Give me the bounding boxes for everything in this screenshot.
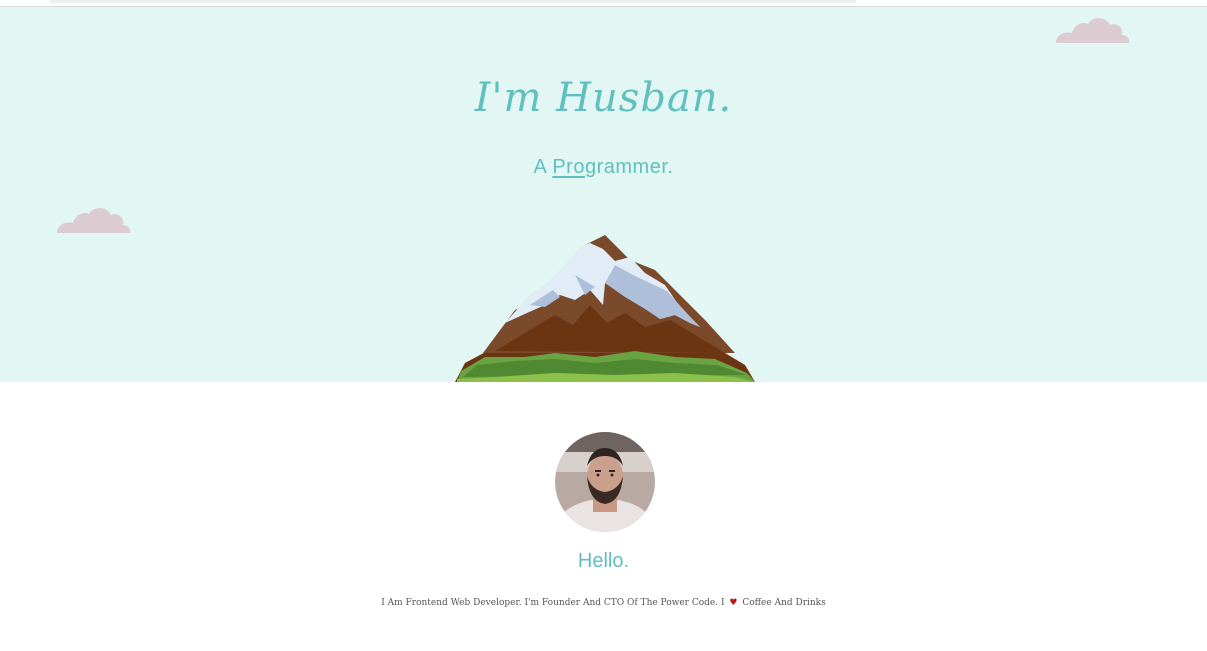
bio-text-after: Coffee And Drinks	[742, 598, 826, 608]
subtitle-typed-text: Pro	[552, 156, 585, 178]
hero-section: I'm Husban. A Programmer.	[0, 7, 1207, 382]
bio-text: I Am Frontend Web Developer. I'm Founder…	[0, 598, 1207, 608]
avatar	[555, 432, 655, 532]
cloud-icon	[1056, 18, 1130, 43]
top-bar	[0, 0, 1207, 7]
subtitle-rest: grammer.	[584, 156, 674, 178]
avatar-photo	[555, 432, 655, 532]
hero-subtitle: A Programmer.	[0, 156, 1207, 179]
subtitle-prefix: A	[533, 156, 553, 178]
top-bar-strip	[50, 0, 856, 3]
cloud-icon	[57, 208, 131, 233]
greeting-heading: Hello.	[577, 550, 630, 572]
hero-title: I'm Husban.	[474, 75, 733, 121]
mountain-illustration	[455, 235, 755, 382]
bio-text-before: I Am Frontend Web Developer. I'm Founder…	[381, 598, 725, 608]
heart-icon: ♥	[729, 598, 738, 608]
